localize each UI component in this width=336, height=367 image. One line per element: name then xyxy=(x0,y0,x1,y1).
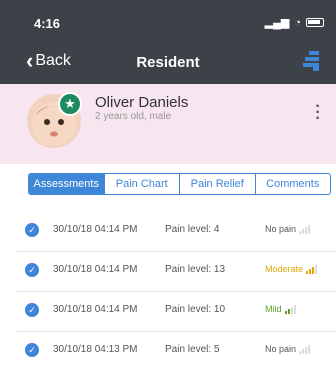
more-options-icon[interactable]: · · · xyxy=(312,99,324,127)
severity: No pain xyxy=(265,344,311,354)
severity: Moderate xyxy=(265,264,318,274)
navigation-bar: 4:16 ▂▄▆ ◔ ‹ Back Resident xyxy=(0,0,336,84)
check-icon: ✓ xyxy=(25,303,39,317)
resident-name: Oliver Daniels xyxy=(95,94,189,111)
pain-level: Pain level: 5 xyxy=(165,344,220,355)
pain-level: Pain level: 10 xyxy=(165,304,226,315)
timestamp: 30/10/18 04:14 PM xyxy=(53,304,138,315)
pain-level: Pain level: 4 xyxy=(165,224,220,235)
severity-label: Moderate xyxy=(265,264,304,274)
check-icon: ✓ xyxy=(25,223,39,237)
assessment-list: ✓ 30/10/18 04:14 PM Pain level: 4 No pai… xyxy=(17,212,336,367)
tab-assessments[interactable]: Assessments xyxy=(29,174,105,194)
resident-details: 2 years old, male xyxy=(95,111,172,122)
check-icon: ✓ xyxy=(25,263,39,277)
timestamp: 30/10/18 04:14 PM xyxy=(53,264,138,275)
status-time: 4:16 xyxy=(34,16,61,31)
chart-action-icon[interactable] xyxy=(300,50,322,72)
tab-pain-relief[interactable]: Pain Relief xyxy=(180,174,256,194)
severity-label: No pain xyxy=(265,224,297,234)
severity: No pain xyxy=(265,224,311,234)
list-item[interactable]: ✓ 30/10/18 04:13 PM Pain level: 5 No pai… xyxy=(17,332,336,367)
tab-bar: Assessments Pain Chart Pain Relief Comme… xyxy=(28,173,331,195)
star-badge-icon: ★ xyxy=(58,92,82,116)
signal-icon: ▂▄▆ xyxy=(264,17,290,29)
pain-level: Pain level: 13 xyxy=(165,264,226,275)
timestamp: 30/10/18 04:14 PM xyxy=(53,224,138,235)
list-item[interactable]: ✓ 30/10/18 04:14 PM Pain level: 13 Moder… xyxy=(17,252,336,292)
list-item[interactable]: ✓ 30/10/18 04:14 PM Pain level: 10 Mild xyxy=(17,292,336,332)
severity-label: Mild xyxy=(265,304,282,314)
signal-bars-icon xyxy=(299,225,311,234)
check-icon: ✓ xyxy=(25,343,39,357)
signal-bars-icon xyxy=(306,265,318,274)
battery-icon xyxy=(306,18,324,27)
tab-comments[interactable]: Comments xyxy=(256,174,331,194)
signal-bars-icon xyxy=(284,305,296,314)
severity-label: No pain xyxy=(265,344,297,354)
status-icons: ▂▄▆ ◔ xyxy=(265,16,324,29)
tab-pain-chart[interactable]: Pain Chart xyxy=(105,174,180,194)
list-item[interactable]: ✓ 30/10/18 04:14 PM Pain level: 4 No pai… xyxy=(17,212,336,252)
timestamp: 30/10/18 04:13 PM xyxy=(53,344,138,355)
resident-header: ★ Oliver Daniels 2 years old, male · · · xyxy=(0,84,336,164)
signal-bars-icon xyxy=(299,345,311,354)
page-title: Resident xyxy=(136,54,200,71)
wifi-icon: ◔ xyxy=(294,16,301,29)
severity: Mild xyxy=(265,304,296,314)
